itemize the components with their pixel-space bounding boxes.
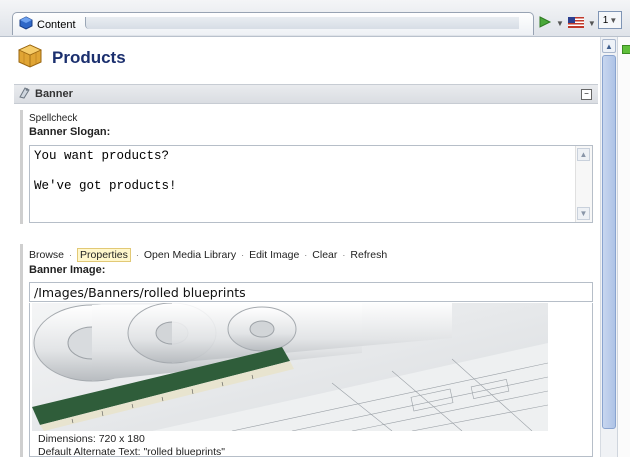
banner-image-preview[interactable] [32,303,548,431]
browse-button[interactable]: Browse [29,249,64,261]
image-metadata: Dimensions: 720 x 180 Default Alternate … [38,433,226,457]
content-scrollbar[interactable]: ▲ [600,37,617,457]
toolbar-separator: · [241,250,245,260]
toolbar-separator: · [69,250,73,260]
properties-button[interactable]: Properties [77,248,131,262]
scroll-down-icon[interactable]: ▼ [577,207,590,220]
boxes-icon [16,42,44,73]
section-header-banner[interactable]: Banner − [14,84,598,104]
tab-content-label-group: Content [19,16,76,33]
version-select[interactable]: 1 ▼ [598,11,622,29]
slogan-label: Banner Slogan: [29,126,111,138]
image-label: Banner Image: [29,264,106,276]
publish-icon[interactable] [538,15,552,32]
image-alt-text: Default Alternate Text: "rolled blueprin… [38,446,226,457]
slogan-text: You want products? We've got products! [34,149,177,193]
publish-dropdown-arrow-icon[interactable]: ▼ [556,19,564,28]
scroll-up-icon[interactable]: ▲ [602,39,616,53]
edit-image-button[interactable]: Edit Image [249,249,299,261]
image-toolbar: Browse · Properties · Open Media Library… [29,248,387,262]
toolbar-separator: · [342,250,346,260]
tab-tools: ▼ ▼ [538,15,596,32]
image-preview-box: Dimensions: 720 x 180 Default Alternate … [29,303,593,457]
collapse-icon[interactable]: − [581,89,592,100]
image-path-field[interactable]: /Images/Banners/rolled blueprints [29,282,593,302]
page-title: Products [52,47,126,67]
image-dimensions: Dimensions: 720 x 180 [38,433,145,445]
scroll-up-icon[interactable]: ▲ [577,148,590,161]
refresh-button[interactable]: Refresh [350,249,387,261]
chevron-down-icon: ▼ [609,15,618,25]
tab-content[interactable]: Content [12,12,534,35]
page-header: Products [16,42,126,73]
status-indicator-icon[interactable] [622,45,630,54]
slogan-textarea[interactable]: You want products? We've got products! ▲… [29,145,593,223]
tab-content-label: Content [37,18,76,31]
version-select-value: 1 [602,14,609,26]
open-media-library-button[interactable]: Open Media Library [144,249,236,261]
banner-icon [18,86,31,102]
side-panel-strip [617,37,630,457]
editor-tabstrip: Content ▼ ▼ 1 ▼ [0,0,630,37]
scrollbar-thumb[interactable] [602,55,616,429]
tab-filler [85,17,519,29]
clear-button[interactable]: Clear [312,249,337,261]
cube-icon [19,16,33,33]
toolbar-separator: · [135,250,139,260]
section-title: Banner [35,88,73,100]
slogan-scrollbar[interactable]: ▲ ▼ [575,146,592,222]
language-dropdown-arrow-icon[interactable]: ▼ [588,19,596,28]
toolbar-separator: · [304,250,308,260]
language-flag-icon[interactable] [567,16,584,31]
spellcheck-link[interactable]: Spellcheck [29,113,110,124]
